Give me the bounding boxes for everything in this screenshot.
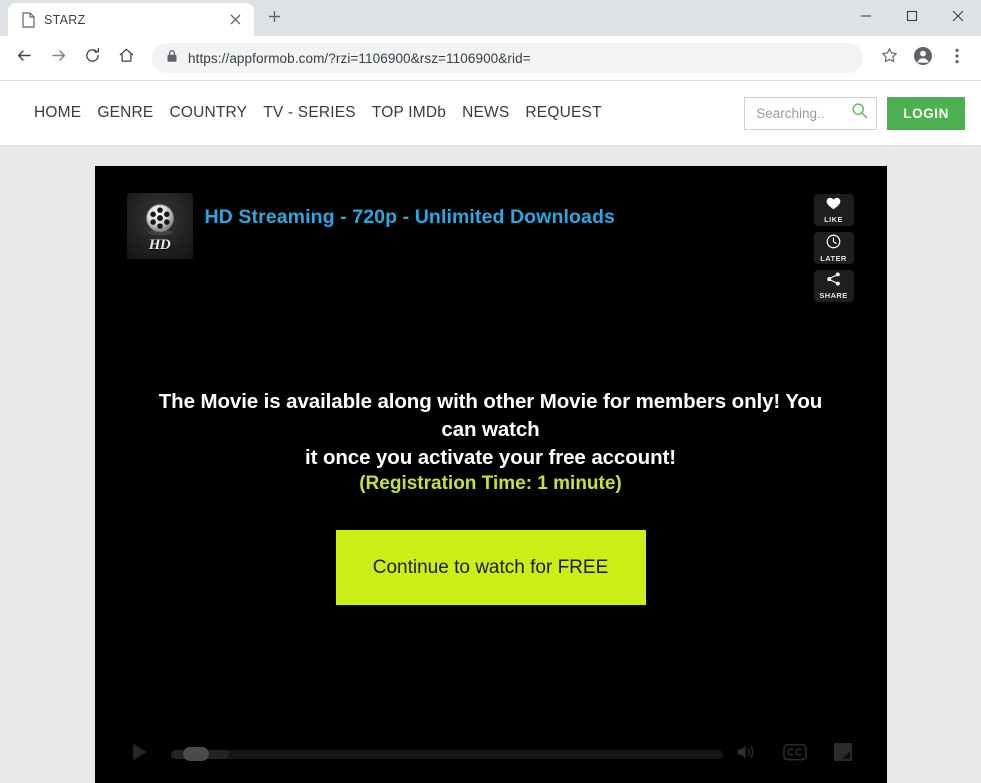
nav-item-home[interactable]: HOME xyxy=(34,104,81,122)
captions-button[interactable] xyxy=(782,743,807,766)
forward-button[interactable] xyxy=(42,42,74,74)
lock-icon xyxy=(166,49,178,68)
browser-window: STARZ https://appformob.com/?rzi=1106900… xyxy=(0,0,981,783)
nav-right-actions: LOGIN xyxy=(744,96,965,130)
site-navbar: HOME GENRE COUNTRY TV - SERIES TOP IMDb … xyxy=(0,81,981,146)
url-text: https://appformob.com/?rzi=1106900&rsz=1… xyxy=(188,50,531,66)
arrow-left-icon xyxy=(16,47,33,69)
arrow-right-icon xyxy=(50,47,67,69)
search-box[interactable] xyxy=(744,96,878,130)
new-tab-button[interactable] xyxy=(260,5,288,33)
message-text: The Movie is available along with other … xyxy=(141,388,841,472)
maximize-icon xyxy=(906,9,918,27)
video-player[interactable]: HD HD Streaming - 720p - Unlimited Downl… xyxy=(94,166,887,783)
message-line-1: The Movie is available along with other … xyxy=(158,390,823,441)
watch-later-button[interactable]: LATER xyxy=(813,232,854,264)
heart-icon xyxy=(826,197,841,215)
tab-strip: STARZ xyxy=(0,0,981,36)
plus-icon xyxy=(268,10,281,28)
nav-item-genre[interactable]: GENRE xyxy=(97,104,153,122)
progress-scrubber-handle[interactable] xyxy=(182,747,209,761)
volume-button[interactable] xyxy=(735,743,759,765)
back-button[interactable] xyxy=(8,42,40,74)
window-controls xyxy=(843,0,981,36)
minimize-icon xyxy=(860,9,872,27)
home-icon xyxy=(118,47,135,69)
share-nodes-icon xyxy=(826,272,841,291)
home-button[interactable] xyxy=(110,42,142,74)
nav-item-news[interactable]: NEWS xyxy=(462,104,509,122)
video-thumbnail: HD xyxy=(126,193,193,259)
close-icon xyxy=(952,9,964,27)
account-avatar-icon xyxy=(913,46,933,71)
bookmark-button[interactable] xyxy=(873,42,905,74)
window-close-button[interactable] xyxy=(935,0,981,36)
browser-tab-starz[interactable]: STARZ xyxy=(8,3,254,36)
nav-item-country[interactable]: COUNTRY xyxy=(169,104,247,122)
fullscreen-icon xyxy=(833,742,853,767)
reload-icon xyxy=(84,47,101,69)
search-input[interactable] xyxy=(756,105,852,121)
later-label: LATER xyxy=(820,253,847,263)
page-body: HD HD Streaming - 720p - Unlimited Downl… xyxy=(0,146,981,783)
minimize-button[interactable] xyxy=(843,0,889,36)
close-icon[interactable] xyxy=(226,11,244,29)
login-button[interactable]: LOGIN xyxy=(887,96,965,130)
volume-icon xyxy=(736,743,758,766)
three-dot-menu-icon xyxy=(955,48,959,69)
share-label: SHARE xyxy=(819,291,848,301)
page-icon xyxy=(20,11,36,28)
closed-captions-icon xyxy=(782,743,807,766)
player-controls xyxy=(95,725,887,783)
player-overlay-message: The Movie is available along with other … xyxy=(95,388,887,605)
player-right-controls xyxy=(735,742,855,767)
fullscreen-button[interactable] xyxy=(831,742,855,767)
clock-icon xyxy=(826,234,841,254)
continue-watch-free-button[interactable]: Continue to watch for FREE xyxy=(335,530,646,605)
search-icon[interactable] xyxy=(851,102,868,124)
toolbar-right-actions xyxy=(873,42,973,74)
browser-menu-button[interactable] xyxy=(941,42,973,74)
play-icon xyxy=(129,741,151,768)
player-side-actions: LIKE LATER SHARE xyxy=(813,194,854,302)
message-line-2: it once you activate your free account! xyxy=(305,446,676,469)
progress-track[interactable] xyxy=(170,749,723,759)
thumbnail-hd-badge: HD xyxy=(148,237,171,253)
star-icon xyxy=(881,47,898,69)
nav-item-top-imdb[interactable]: TOP IMDb xyxy=(372,104,446,122)
nav-item-tv-series[interactable]: TV - SERIES xyxy=(263,104,356,122)
browser-toolbar: https://appformob.com/?rzi=1106900&rsz=1… xyxy=(0,36,981,81)
reload-button[interactable] xyxy=(76,42,108,74)
player-header: HD HD Streaming - 720p - Unlimited Downl… xyxy=(126,193,615,259)
film-reel-icon xyxy=(141,201,179,239)
like-label: LIKE xyxy=(824,214,843,224)
nav-links: HOME GENRE COUNTRY TV - SERIES TOP IMDb … xyxy=(34,104,744,122)
nav-item-request[interactable]: REQUEST xyxy=(525,104,601,122)
address-bar[interactable]: https://appformob.com/?rzi=1106900&rsz=1… xyxy=(152,43,863,73)
share-button[interactable]: SHARE xyxy=(813,270,854,302)
play-button[interactable] xyxy=(127,741,153,767)
profile-button[interactable] xyxy=(907,42,939,74)
like-button[interactable]: LIKE xyxy=(813,194,854,226)
tab-title: STARZ xyxy=(44,12,86,27)
progress-bar[interactable] xyxy=(170,747,723,761)
player-title: HD Streaming - 720p - Unlimited Download… xyxy=(204,206,615,228)
registration-time-note: (Registration Time: 1 minute) xyxy=(359,473,622,494)
maximize-button[interactable] xyxy=(889,0,935,36)
